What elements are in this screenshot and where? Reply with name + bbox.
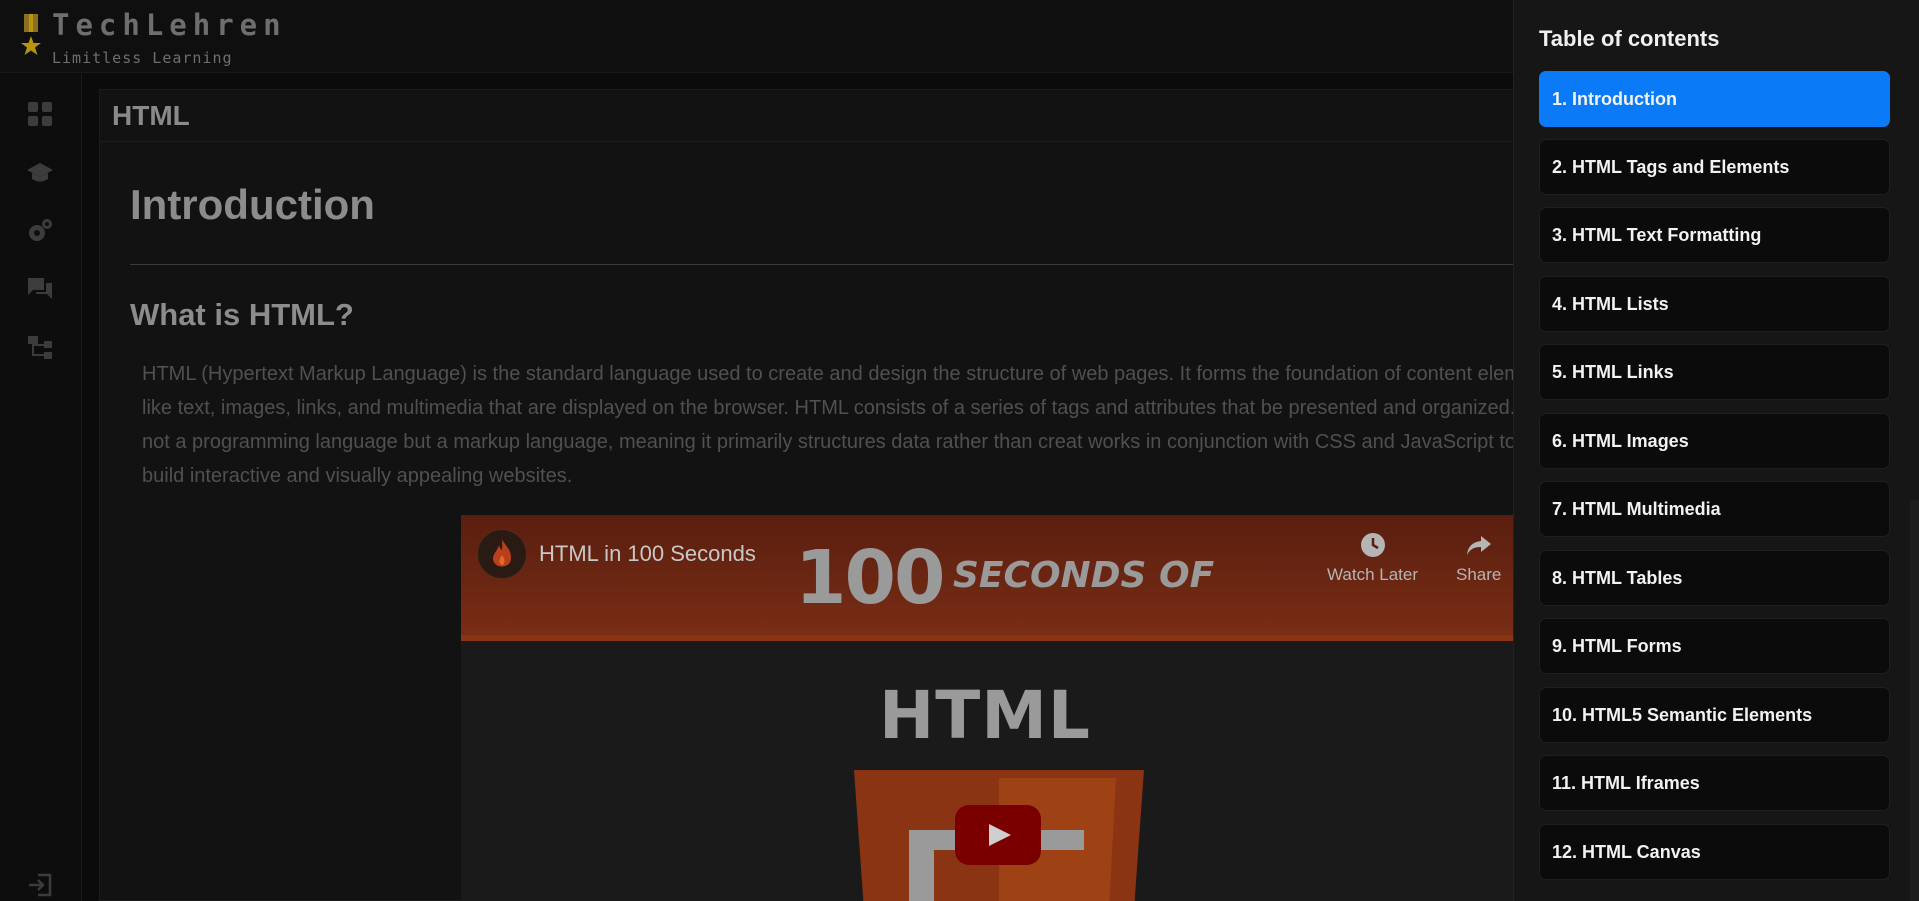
toc-item-canvas[interactable]: 12. HTML Canvas	[1539, 824, 1890, 880]
thumbnail-big-text: 100	[795, 535, 945, 621]
toc-item-forms[interactable]: 9. HTML Forms	[1539, 618, 1890, 674]
toc-item-tables[interactable]: 8. HTML Tables	[1539, 550, 1890, 606]
video-title[interactable]: HTML in 100 Seconds	[539, 541, 756, 567]
logout-icon[interactable]	[26, 871, 54, 899]
youtube-video-embed[interactable]: HTML in 100 Seconds 100 SECONDS OF Watch…	[461, 515, 1521, 901]
toc-item-lists[interactable]: 4. HTML Lists	[1539, 276, 1890, 332]
intro-paragraph: HTML (Hypertext Markup Language) is the …	[142, 363, 1559, 487]
channel-avatar-icon[interactable]	[477, 529, 527, 579]
watch-later-label: Watch Later	[1327, 565, 1419, 584]
section-heading: What is HTML?	[130, 297, 354, 332]
chat-bubbles-icon[interactable]	[26, 275, 54, 303]
brand-title[interactable]: TechLehren	[52, 8, 287, 42]
share-arrow-icon	[1466, 536, 1491, 555]
table-of-contents-panel: Table of contents 1. Introduction 2. HTM…	[1513, 0, 1919, 901]
toc-title: Table of contents	[1539, 26, 1720, 51]
toc-item-semantic-elements[interactable]: 10. HTML5 Semantic Elements	[1539, 687, 1890, 743]
gears-icon[interactable]	[26, 217, 54, 245]
clock-icon	[1360, 533, 1385, 557]
title-divider	[130, 264, 1520, 265]
graduation-cap-icon[interactable]	[26, 158, 54, 186]
share-button[interactable]: Share	[1456, 531, 1501, 585]
play-icon	[989, 824, 1011, 846]
toc-item-text-formatting[interactable]: 3. HTML Text Formatting	[1539, 207, 1890, 263]
share-label: Share	[1456, 565, 1502, 584]
page-title: Introduction	[130, 181, 375, 228]
thumbnail-html-text: HTML	[879, 677, 1091, 754]
toc-item-tags-elements[interactable]: 2. HTML Tags and Elements	[1539, 139, 1890, 195]
toc-item-links[interactable]: 5. HTML Links	[1539, 344, 1890, 400]
watch-later-button[interactable]: Watch Later	[1327, 531, 1418, 585]
left-sidebar	[0, 74, 82, 901]
video-accent-line	[461, 635, 1521, 641]
toc-item-images[interactable]: 6. HTML Images	[1539, 413, 1890, 469]
course-title: HTML	[112, 100, 190, 131]
toc-item-multimedia[interactable]: 7. HTML Multimedia	[1539, 481, 1890, 537]
thumbnail-small-text: SECONDS OF	[953, 555, 1215, 596]
brand-subtitle: Limitless Learning	[52, 49, 233, 67]
hierarchy-tree-icon[interactable]	[26, 333, 54, 361]
course-header: HTML	[100, 90, 1518, 142]
medal-logo-icon[interactable]	[20, 14, 42, 56]
play-button[interactable]	[955, 805, 1041, 865]
dashboard-grid-icon[interactable]	[26, 100, 54, 128]
toc-item-iframes[interactable]: 11. HTML Iframes	[1539, 755, 1890, 811]
toc-item-introduction[interactable]: 1. Introduction	[1539, 71, 1890, 127]
toc-scrollbar[interactable]	[1910, 500, 1919, 901]
